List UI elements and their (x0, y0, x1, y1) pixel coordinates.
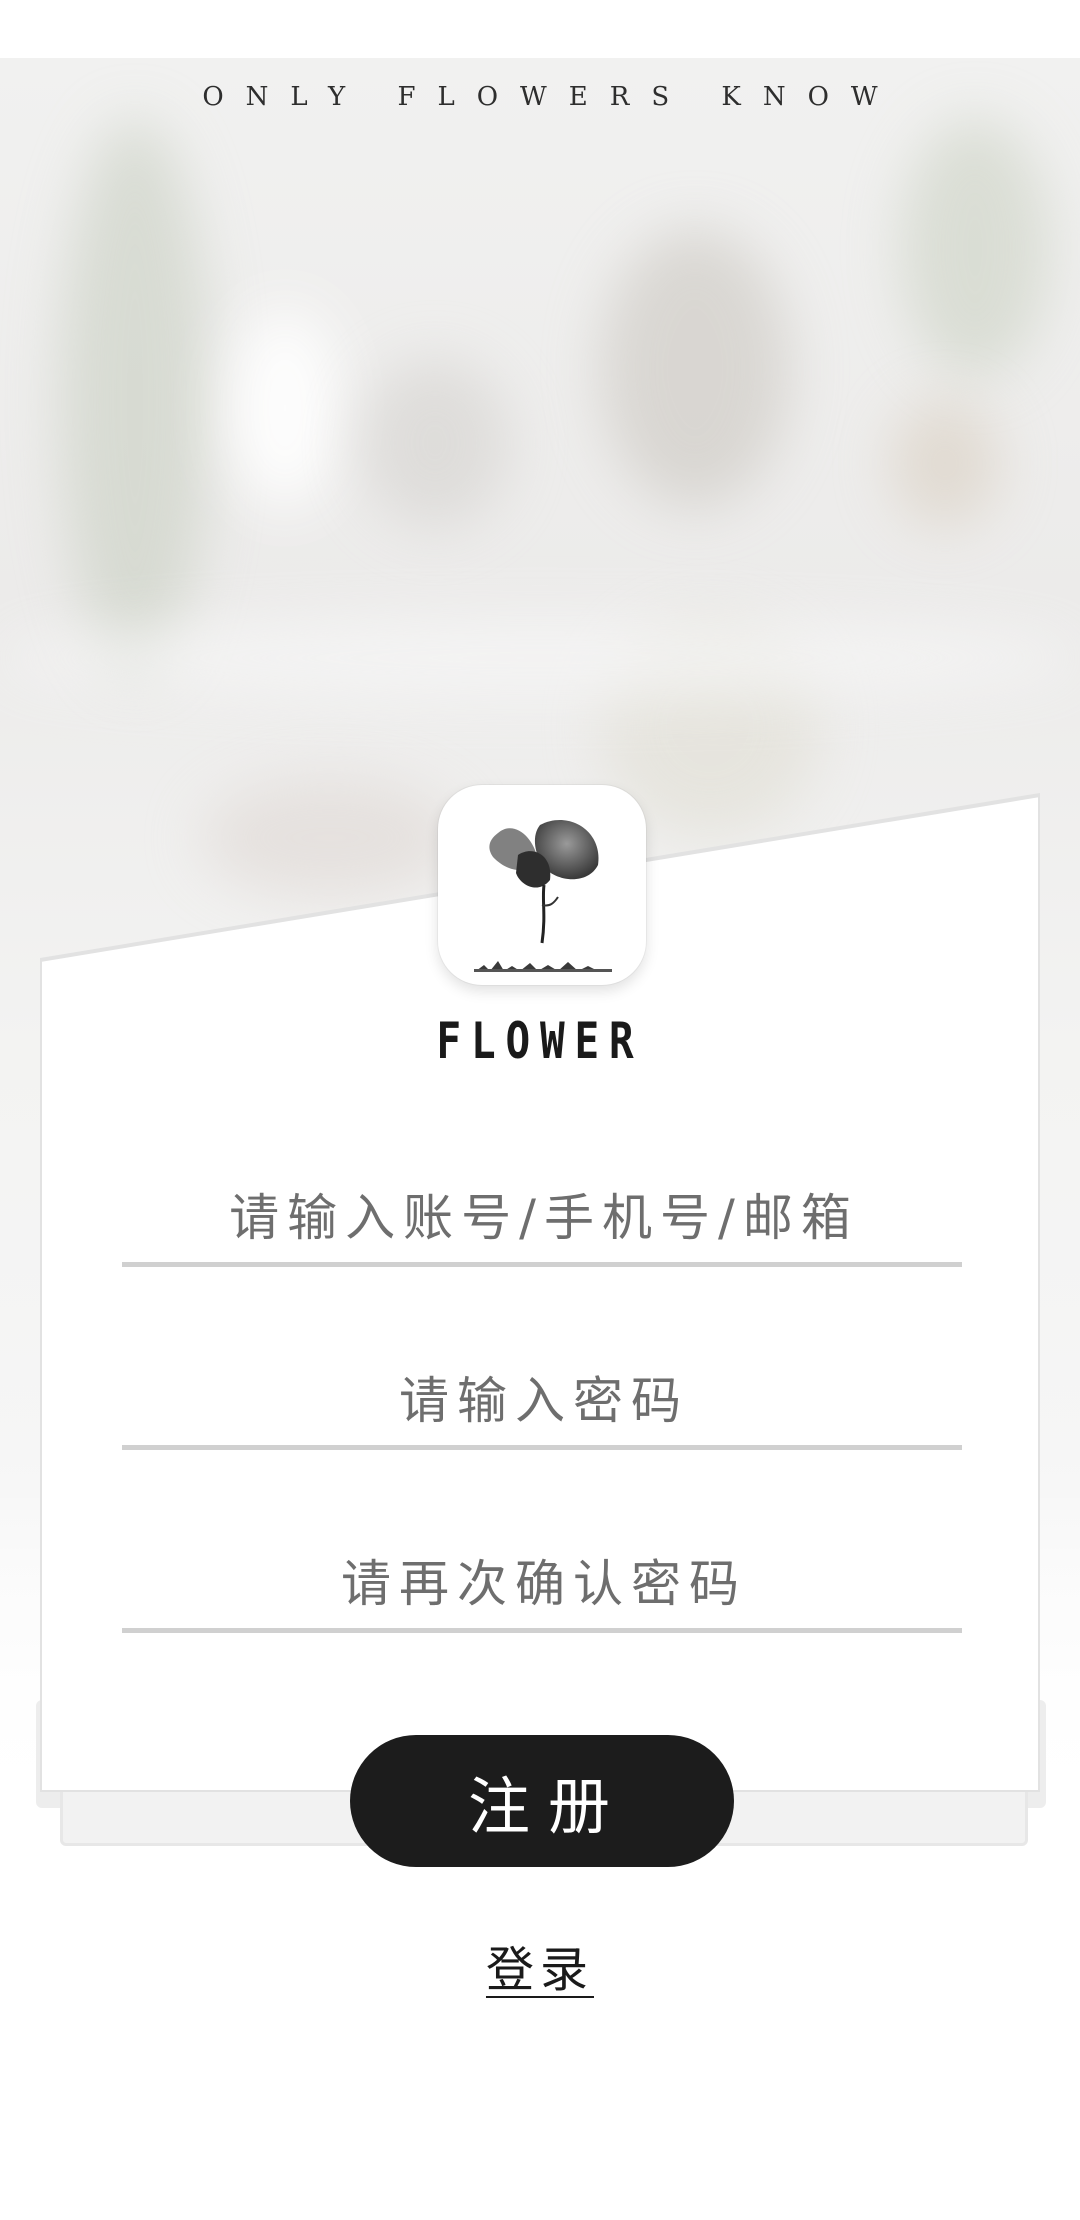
account-input[interactable] (122, 1177, 966, 1259)
account-field (122, 1177, 966, 1267)
app-logo (438, 785, 646, 985)
password-input[interactable] (122, 1360, 966, 1442)
tagline: ONLY FLOWERS KNOW (202, 82, 900, 112)
register-button[interactable]: 注册 (350, 1735, 734, 1867)
ink-flower-icon (474, 819, 612, 972)
account-underline (122, 1262, 962, 1267)
confirm-password-field (122, 1543, 966, 1633)
brand-name: FLOWER (436, 1012, 644, 1070)
confirm-password-underline (122, 1628, 962, 1633)
login-link[interactable]: 登录 (486, 1942, 594, 1998)
status-bar (0, 0, 1080, 59)
confirm-password-input[interactable] (122, 1543, 966, 1625)
password-underline (122, 1445, 962, 1450)
password-field (122, 1360, 966, 1450)
login-link-wrapper: 登录 (0, 1930, 1080, 2000)
